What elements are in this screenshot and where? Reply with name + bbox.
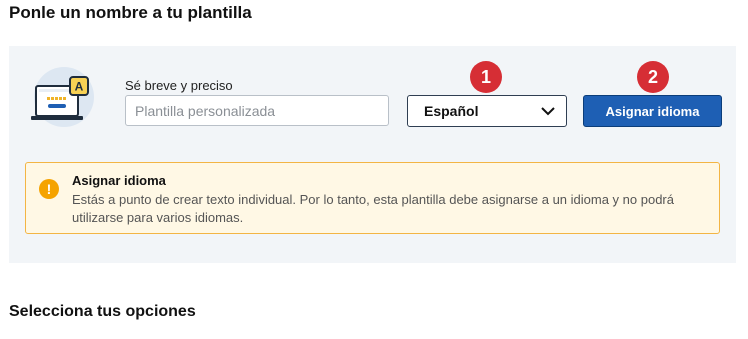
step-badge-1: 1	[470, 61, 502, 93]
page-title: Ponle un nombre a tu plantilla	[9, 3, 252, 22]
chevron-down-icon	[541, 107, 555, 116]
assign-language-button[interactable]: Asignar idioma	[583, 95, 722, 127]
template-illustration-icon: A	[31, 67, 94, 127]
exclamation-icon: !	[39, 179, 59, 199]
language-select-value: Español	[424, 103, 479, 119]
warning-text: Estás a punto de crear texto individual.…	[72, 192, 674, 225]
step-badge-2: 2	[637, 61, 669, 93]
illustration-letter: A	[75, 80, 84, 94]
template-name-label: Sé breve y preciso	[125, 78, 233, 93]
options-section-title: Selecciona tus opciones	[9, 303, 196, 320]
warning-alert: ! Asignar idioma Estás a punto de crear …	[25, 162, 720, 234]
template-name-input[interactable]	[125, 95, 389, 126]
warning-title: Asignar idioma	[72, 173, 166, 188]
language-select[interactable]: Español	[407, 95, 567, 127]
